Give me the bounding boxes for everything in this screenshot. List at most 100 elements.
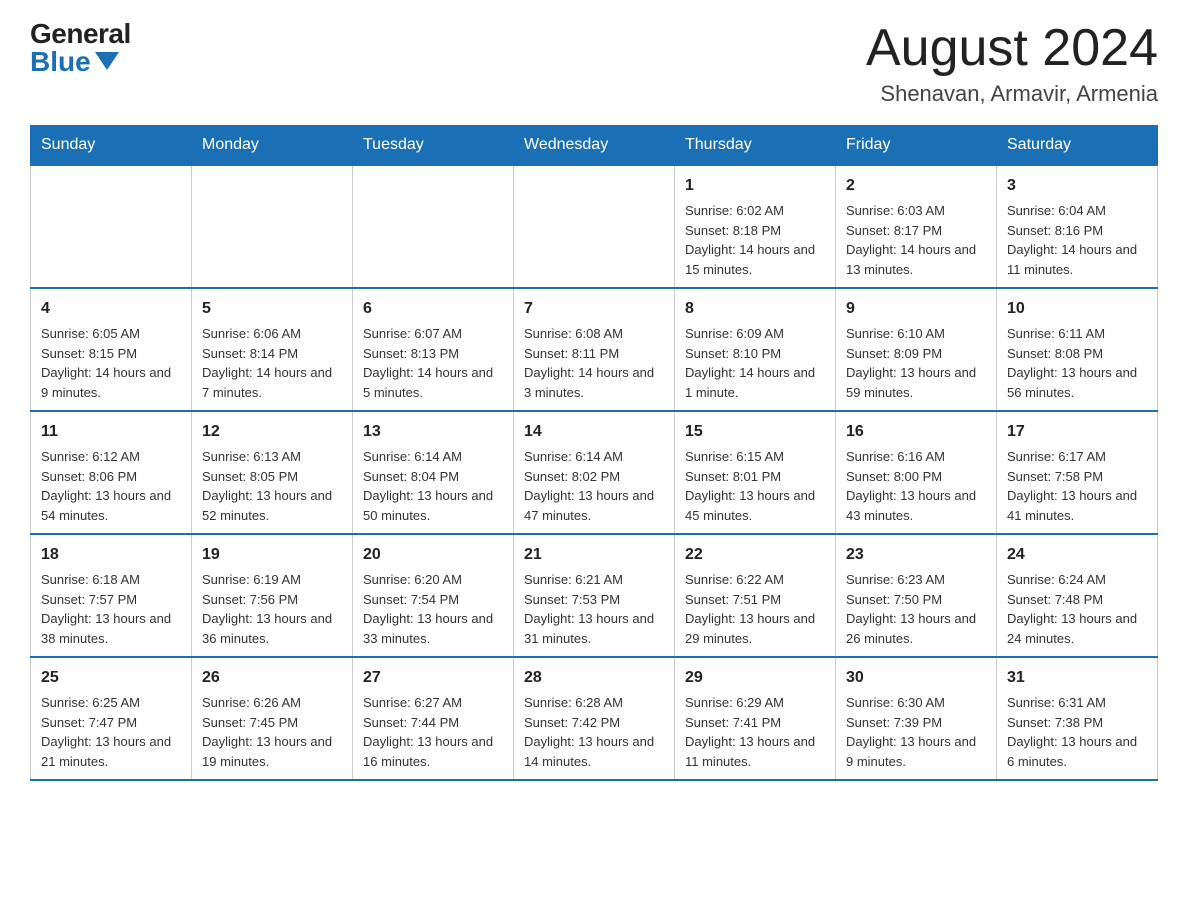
- logo-blue-text: Blue: [30, 48, 119, 76]
- calendar-cell: 19 Sunrise: 6:19 AM Sunset: 7:56 PM Dayli…: [192, 534, 353, 657]
- day-of-week-header: Wednesday: [514, 126, 675, 166]
- day-info: Sunrise: 6:20 AM Sunset: 7:54 PM Dayligh…: [363, 570, 503, 648]
- day-info: Sunrise: 6:06 AM Sunset: 8:14 PM Dayligh…: [202, 324, 342, 402]
- calendar-cell: 6 Sunrise: 6:07 AM Sunset: 8:13 PM Daylig…: [353, 288, 514, 411]
- logo: General Blue: [30, 20, 131, 76]
- calendar-cell: 1 Sunrise: 6:02 AM Sunset: 8:18 PM Daylig…: [675, 165, 836, 288]
- day-info: Sunrise: 6:11 AM Sunset: 8:08 PM Dayligh…: [1007, 324, 1147, 402]
- day-of-week-header: Sunday: [31, 126, 192, 166]
- day-number: 6: [363, 297, 503, 321]
- calendar-cell: 22Sunrise: 6:22 AM Sunset: 7:51 PM Dayli…: [675, 534, 836, 657]
- day-info: Sunrise: 6:03 AM Sunset: 8:17 PM Dayligh…: [846, 201, 986, 279]
- day-info: Sunrise: 6:14 AM Sunset: 8:04 PM Dayligh…: [363, 447, 503, 525]
- day-info: Sunrise: 6:18 AM Sunset: 7:57 PM Dayligh…: [41, 570, 181, 648]
- day-number: 2: [846, 174, 986, 198]
- day-number: 29: [685, 666, 825, 690]
- calendar-cell: 12Sunrise: 6:13 AM Sunset: 8:05 PM Dayli…: [192, 411, 353, 534]
- day-number: 28: [524, 666, 664, 690]
- day-info: Sunrise: 6:16 AM Sunset: 8:00 PM Dayligh…: [846, 447, 986, 525]
- day-info: Sunrise: 6:29 AM Sunset: 7:41 PM Dayligh…: [685, 693, 825, 771]
- calendar-cell: 13 Sunrise: 6:14 AM Sunset: 8:04 PM Dayli…: [353, 411, 514, 534]
- calendar-cell: 15 Sunrise: 6:15 AM Sunset: 8:01 PM Dayli…: [675, 411, 836, 534]
- day-number: 26: [202, 666, 342, 690]
- day-number: 13: [363, 420, 503, 444]
- calendar-cell: 30 Sunrise: 6:30 AM Sunset: 7:39 PM Dayli…: [836, 657, 997, 780]
- calendar-table: SundayMondayTuesdayWednesdayThursdayFrid…: [30, 125, 1158, 781]
- calendar-cell: [353, 165, 514, 288]
- logo-general-text: General: [30, 20, 131, 48]
- day-info: Sunrise: 6:07 AM Sunset: 8:13 PM Dayligh…: [363, 324, 503, 402]
- day-info: Sunrise: 6:24 AM Sunset: 7:48 PM Dayligh…: [1007, 570, 1147, 648]
- logo-triangle-icon: [95, 52, 119, 70]
- calendar-cell: [192, 165, 353, 288]
- day-of-week-header: Saturday: [997, 126, 1158, 166]
- day-info: Sunrise: 6:05 AM Sunset: 8:15 PM Dayligh…: [41, 324, 181, 402]
- day-number: 24: [1007, 543, 1147, 567]
- day-number: 8: [685, 297, 825, 321]
- day-number: 16: [846, 420, 986, 444]
- day-number: 9: [846, 297, 986, 321]
- calendar-cell: 18 Sunrise: 6:18 AM Sunset: 7:57 PM Dayli…: [31, 534, 192, 657]
- day-info: Sunrise: 6:25 AM Sunset: 7:47 PM Dayligh…: [41, 693, 181, 771]
- day-info: Sunrise: 6:26 AM Sunset: 7:45 PM Dayligh…: [202, 693, 342, 771]
- calendar-cell: [31, 165, 192, 288]
- title-section: August 2024 Shenavan, Armavir, Armenia: [866, 20, 1158, 107]
- day-number: 7: [524, 297, 664, 321]
- day-info: Sunrise: 6:30 AM Sunset: 7:39 PM Dayligh…: [846, 693, 986, 771]
- day-info: Sunrise: 6:31 AM Sunset: 7:38 PM Dayligh…: [1007, 693, 1147, 771]
- day-number: 18: [41, 543, 181, 567]
- calendar-cell: 23 Sunrise: 6:23 AM Sunset: 7:50 PM Dayli…: [836, 534, 997, 657]
- day-info: Sunrise: 6:23 AM Sunset: 7:50 PM Dayligh…: [846, 570, 986, 648]
- calendar-cell: 4Sunrise: 6:05 AM Sunset: 8:15 PM Daylig…: [31, 288, 192, 411]
- day-of-week-header: Thursday: [675, 126, 836, 166]
- calendar-week-row: 11Sunrise: 6:12 AM Sunset: 8:06 PM Dayli…: [31, 411, 1158, 534]
- day-info: Sunrise: 6:15 AM Sunset: 8:01 PM Dayligh…: [685, 447, 825, 525]
- day-of-week-header: Monday: [192, 126, 353, 166]
- day-number: 31: [1007, 666, 1147, 690]
- day-number: 14: [524, 420, 664, 444]
- day-number: 20: [363, 543, 503, 567]
- day-number: 1: [685, 174, 825, 198]
- calendar-cell: 29 Sunrise: 6:29 AM Sunset: 7:41 PM Dayli…: [675, 657, 836, 780]
- day-info: Sunrise: 6:28 AM Sunset: 7:42 PM Dayligh…: [524, 693, 664, 771]
- calendar-cell: 11Sunrise: 6:12 AM Sunset: 8:06 PM Dayli…: [31, 411, 192, 534]
- month-year-title: August 2024: [866, 20, 1158, 77]
- day-info: Sunrise: 6:08 AM Sunset: 8:11 PM Dayligh…: [524, 324, 664, 402]
- calendar-cell: 26 Sunrise: 6:26 AM Sunset: 7:45 PM Dayli…: [192, 657, 353, 780]
- day-number: 19: [202, 543, 342, 567]
- day-info: Sunrise: 6:02 AM Sunset: 8:18 PM Dayligh…: [685, 201, 825, 279]
- calendar-cell: 8Sunrise: 6:09 AM Sunset: 8:10 PM Daylig…: [675, 288, 836, 411]
- day-number: 17: [1007, 420, 1147, 444]
- calendar-cell: 9Sunrise: 6:10 AM Sunset: 8:09 PM Daylig…: [836, 288, 997, 411]
- location-subtitle: Shenavan, Armavir, Armenia: [866, 81, 1158, 107]
- calendar-cell: 28 Sunrise: 6:28 AM Sunset: 7:42 PM Dayli…: [514, 657, 675, 780]
- day-info: Sunrise: 6:13 AM Sunset: 8:05 PM Dayligh…: [202, 447, 342, 525]
- calendar-week-row: 4Sunrise: 6:05 AM Sunset: 8:15 PM Daylig…: [31, 288, 1158, 411]
- day-of-week-header: Tuesday: [353, 126, 514, 166]
- calendar-header: SundayMondayTuesdayWednesdayThursdayFrid…: [31, 126, 1158, 166]
- day-number: 15: [685, 420, 825, 444]
- calendar-cell: 24 Sunrise: 6:24 AM Sunset: 7:48 PM Dayli…: [997, 534, 1158, 657]
- calendar-cell: 5 Sunrise: 6:06 AM Sunset: 8:14 PM Daylig…: [192, 288, 353, 411]
- day-number: 30: [846, 666, 986, 690]
- page-header: General Blue August 2024 Shenavan, Armav…: [30, 20, 1158, 107]
- calendar-body: 1 Sunrise: 6:02 AM Sunset: 8:18 PM Daylig…: [31, 165, 1158, 780]
- calendar-week-row: 25 Sunrise: 6:25 AM Sunset: 7:47 PM Dayli…: [31, 657, 1158, 780]
- day-of-week-header: Friday: [836, 126, 997, 166]
- calendar-cell: 27Sunrise: 6:27 AM Sunset: 7:44 PM Dayli…: [353, 657, 514, 780]
- day-info: Sunrise: 6:04 AM Sunset: 8:16 PM Dayligh…: [1007, 201, 1147, 279]
- day-info: Sunrise: 6:14 AM Sunset: 8:02 PM Dayligh…: [524, 447, 664, 525]
- day-info: Sunrise: 6:12 AM Sunset: 8:06 PM Dayligh…: [41, 447, 181, 525]
- day-number: 5: [202, 297, 342, 321]
- calendar-cell: [514, 165, 675, 288]
- calendar-cell: 16 Sunrise: 6:16 AM Sunset: 8:00 PM Dayli…: [836, 411, 997, 534]
- day-number: 25: [41, 666, 181, 690]
- calendar-cell: 25 Sunrise: 6:25 AM Sunset: 7:47 PM Dayli…: [31, 657, 192, 780]
- day-number: 23: [846, 543, 986, 567]
- day-number: 22: [685, 543, 825, 567]
- day-number: 3: [1007, 174, 1147, 198]
- calendar-cell: 17Sunrise: 6:17 AM Sunset: 7:58 PM Dayli…: [997, 411, 1158, 534]
- day-info: Sunrise: 6:19 AM Sunset: 7:56 PM Dayligh…: [202, 570, 342, 648]
- calendar-week-row: 18 Sunrise: 6:18 AM Sunset: 7:57 PM Dayli…: [31, 534, 1158, 657]
- calendar-cell: 7 Sunrise: 6:08 AM Sunset: 8:11 PM Daylig…: [514, 288, 675, 411]
